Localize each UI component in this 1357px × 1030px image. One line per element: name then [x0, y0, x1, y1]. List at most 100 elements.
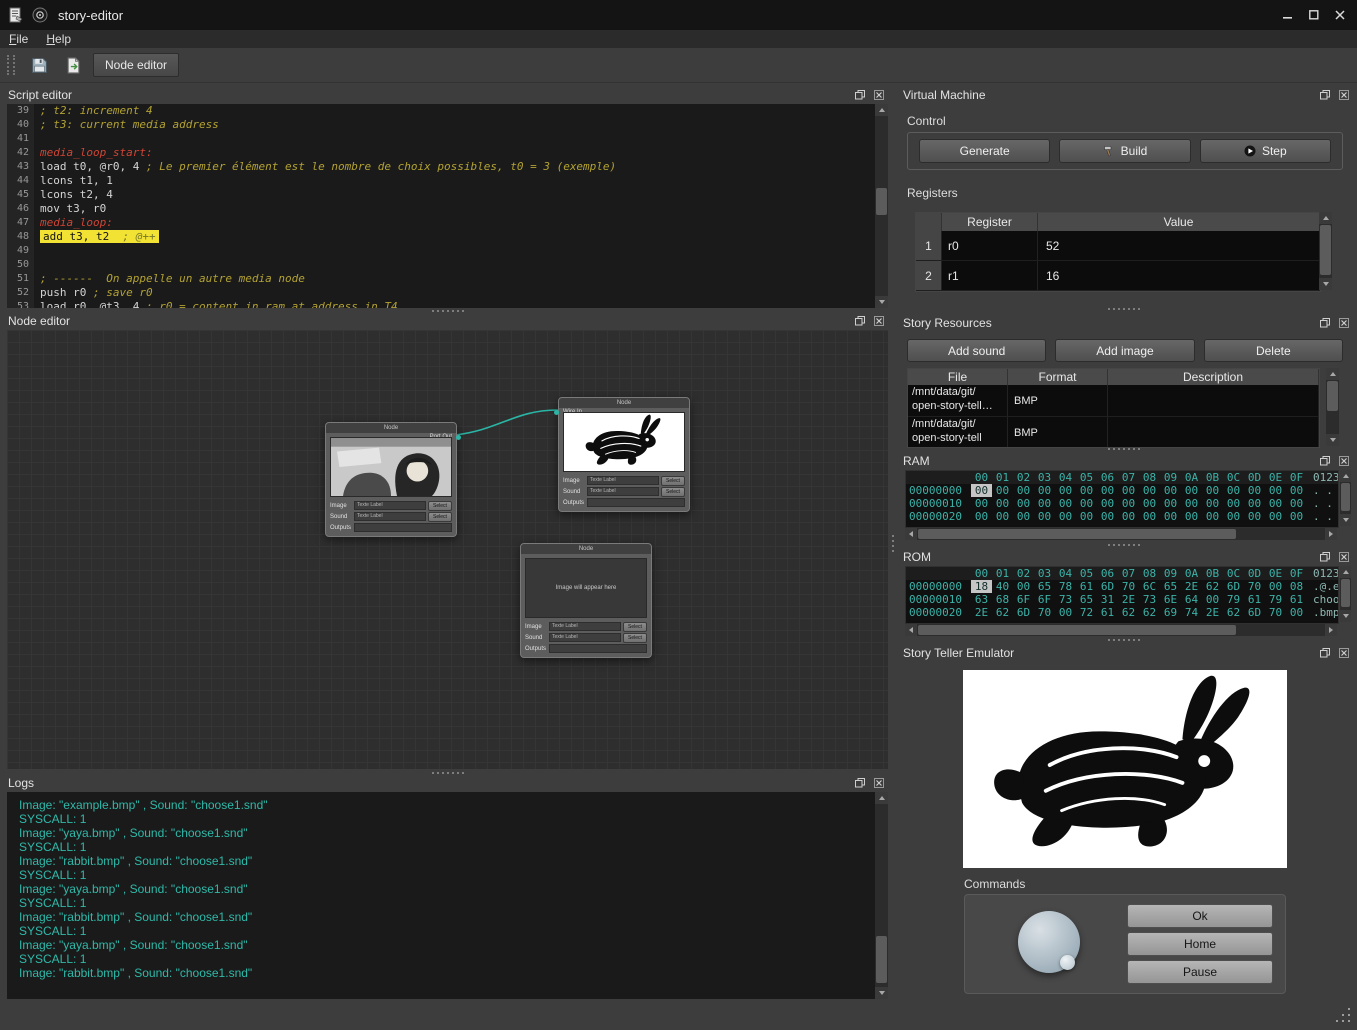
hex-byte-cell[interactable]: 00 — [1034, 510, 1055, 523]
ram-horizontal-scrollbar[interactable] — [905, 528, 1337, 540]
select-button[interactable]: Select — [661, 487, 685, 497]
hex-byte-cell[interactable]: 62 — [1223, 606, 1244, 619]
build-button[interactable]: Build — [1059, 139, 1190, 163]
float-panel-icon[interactable] — [1317, 316, 1332, 329]
hex-byte-cell[interactable]: 00 — [971, 484, 992, 497]
hex-byte-cell[interactable]: 00 — [1076, 484, 1097, 497]
scroll-up-button[interactable] — [875, 792, 888, 804]
hex-byte-cell[interactable]: 00 — [1160, 497, 1181, 510]
hex-byte-cell[interactable]: 61 — [1286, 593, 1307, 606]
hex-byte-cell[interactable]: 00 — [1223, 497, 1244, 510]
resources-scrollbar[interactable] — [1326, 368, 1339, 446]
node-editor-toggle-button[interactable]: Node editor — [93, 53, 179, 77]
hex-byte-cell[interactable]: 00 — [1118, 510, 1139, 523]
node-field-value[interactable]: Texte Label — [354, 501, 426, 510]
menu-file[interactable]: File — [0, 30, 37, 48]
add-sound-button[interactable]: Add sound — [907, 339, 1046, 362]
hex-byte-cell[interactable]: 72 — [1076, 606, 1097, 619]
window-resize-grip[interactable] — [1336, 1020, 1338, 1022]
splitter-handle[interactable] — [1108, 544, 1110, 546]
menu-help[interactable]: Help — [37, 30, 80, 48]
hex-byte-cell[interactable]: 00 — [1055, 497, 1076, 510]
hex-byte-cell[interactable]: 00 — [1286, 510, 1307, 523]
node-field-value[interactable]: Texte Label — [587, 476, 659, 485]
hex-byte-cell[interactable]: 00 — [1055, 606, 1076, 619]
hex-byte-cell[interactable]: 00 — [1118, 497, 1139, 510]
hex-byte-cell[interactable]: 73 — [1139, 593, 1160, 606]
hex-byte-cell[interactable]: 00 — [1286, 497, 1307, 510]
column-header-register[interactable]: Register — [942, 213, 1038, 231]
hex-byte-cell[interactable]: 2E — [1181, 580, 1202, 593]
hex-byte-cell[interactable]: 00 — [1265, 497, 1286, 510]
hex-byte-cell[interactable]: 65 — [1160, 580, 1181, 593]
hex-byte-cell[interactable]: 6D — [1244, 606, 1265, 619]
hex-byte-cell[interactable]: 00 — [1160, 510, 1181, 523]
logs-vertical-scrollbar[interactable] — [875, 792, 888, 999]
hex-byte-cell[interactable]: 00 — [1097, 510, 1118, 523]
hex-byte-cell[interactable]: 00 — [1034, 484, 1055, 497]
hex-byte-cell[interactable]: 00 — [1013, 484, 1034, 497]
select-button[interactable]: Select — [623, 633, 647, 643]
hex-byte-cell[interactable]: 61 — [1244, 593, 1265, 606]
float-panel-icon[interactable] — [852, 88, 867, 101]
hex-byte-cell[interactable]: 79 — [1223, 593, 1244, 606]
node-field-value[interactable] — [549, 644, 647, 653]
hex-byte-cell[interactable]: 6D — [1013, 606, 1034, 619]
column-header-value[interactable]: Value — [1038, 213, 1320, 231]
close-panel-icon[interactable] — [1336, 454, 1351, 467]
logs-titlebar[interactable]: Logs — [5, 774, 890, 791]
close-panel-icon[interactable] — [871, 314, 886, 327]
logs-list[interactable]: Image: "example.bmp" , Sound: "choose1.s… — [7, 792, 875, 999]
hex-byte-cell[interactable]: 65 — [1034, 580, 1055, 593]
splitter-handle[interactable] — [1108, 448, 1110, 450]
column-header-description[interactable]: Description — [1108, 369, 1319, 385]
float-panel-icon[interactable] — [1317, 550, 1332, 563]
hex-byte-cell[interactable]: 00 — [1202, 497, 1223, 510]
select-button[interactable]: Select — [661, 476, 685, 486]
select-button[interactable]: Select — [428, 501, 452, 511]
hex-byte-cell[interactable]: 70 — [1244, 580, 1265, 593]
scrollbar-thumb[interactable] — [876, 936, 887, 984]
vertical-splitter-handle[interactable] — [892, 535, 894, 537]
hex-byte-cell[interactable]: 74 — [1181, 606, 1202, 619]
rom-hex[interactable]: 000102030405060708090A0B0C0D0E0F01234567… — [905, 566, 1339, 624]
scrollbar-thumb[interactable] — [876, 188, 887, 215]
port-dot[interactable] — [554, 410, 559, 415]
close-panel-icon[interactable] — [871, 776, 886, 789]
hex-byte-cell[interactable]: 68 — [992, 593, 1013, 606]
hex-byte-cell[interactable]: 2E — [1118, 593, 1139, 606]
close-panel-icon[interactable] — [1336, 646, 1351, 659]
float-panel-icon[interactable] — [852, 776, 867, 789]
hex-byte-cell[interactable]: 70 — [1265, 606, 1286, 619]
hex-byte-cell[interactable]: 00 — [1034, 497, 1055, 510]
maximize-button[interactable] — [1301, 5, 1327, 25]
rom-vertical-scrollbar[interactable] — [1340, 566, 1351, 622]
hex-byte-cell[interactable]: 40 — [992, 580, 1013, 593]
hex-byte-cell[interactable]: 61 — [1076, 580, 1097, 593]
node-title[interactable]: Node — [326, 423, 456, 433]
scroll-down-button[interactable] — [875, 987, 888, 999]
hex-byte-cell[interactable]: 70 — [1034, 606, 1055, 619]
hex-byte-cell[interactable]: 61 — [1097, 606, 1118, 619]
hex-byte-cell[interactable]: 00 — [1223, 510, 1244, 523]
hex-byte-cell[interactable]: 79 — [1265, 593, 1286, 606]
close-button[interactable] — [1327, 5, 1353, 25]
hex-byte-cell[interactable]: 6F — [1034, 593, 1055, 606]
emulator-titlebar[interactable]: Story Teller Emulator — [897, 644, 1355, 661]
hex-byte-cell[interactable]: 31 — [1097, 593, 1118, 606]
hex-byte-cell[interactable]: 00 — [1076, 497, 1097, 510]
register-value-cell[interactable]: 16 — [1038, 261, 1320, 290]
hex-byte-cell[interactable]: 18 — [971, 580, 992, 593]
hex-byte-cell[interactable]: 00 — [1265, 484, 1286, 497]
hex-byte-cell[interactable]: 2E — [971, 606, 992, 619]
hex-byte-cell[interactable]: 6F — [1013, 593, 1034, 606]
step-button[interactable]: Step — [1200, 139, 1331, 163]
splitter-handle[interactable] — [432, 772, 434, 774]
ok-button[interactable]: Ok — [1127, 904, 1273, 928]
hex-byte-cell[interactable]: 00 — [1202, 484, 1223, 497]
hex-byte-cell[interactable]: 00 — [1139, 497, 1160, 510]
minimize-button[interactable] — [1275, 5, 1301, 25]
hex-byte-cell[interactable]: 62 — [1202, 580, 1223, 593]
pause-button[interactable]: Pause — [1127, 960, 1273, 984]
hex-byte-cell[interactable]: 00 — [1013, 497, 1034, 510]
